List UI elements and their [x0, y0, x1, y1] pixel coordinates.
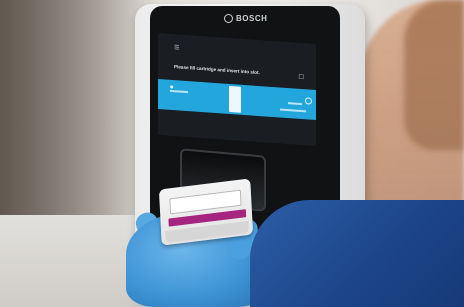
band-right-text-1: [288, 102, 302, 106]
person-hair: [404, 0, 464, 150]
blue-sleeve: [250, 200, 464, 307]
test-cartridge[interactable]: [158, 178, 254, 246]
screen-instruction: Please fill cartridge and insert into sl…: [174, 64, 260, 76]
document-icon[interactable]: □: [298, 73, 304, 80]
menu-icon[interactable]: ☰: [174, 44, 179, 51]
device-brand: BOSCH: [236, 14, 268, 23]
status-dot-icon: [305, 97, 312, 105]
screen-status-band: ●: [158, 79, 316, 121]
band-left-text: [170, 89, 188, 94]
photo-scene: BOSCH ☰ □ Please fill cartridge and inse…: [0, 0, 464, 307]
device-screen[interactable]: ☰ □ Please fill cartridge and insert int…: [158, 33, 316, 147]
band-right-text-2: [280, 108, 306, 113]
bosch-logo-icon: [224, 14, 233, 23]
info-icon: ●: [170, 83, 174, 90]
cartridge-illustration: [229, 85, 241, 113]
